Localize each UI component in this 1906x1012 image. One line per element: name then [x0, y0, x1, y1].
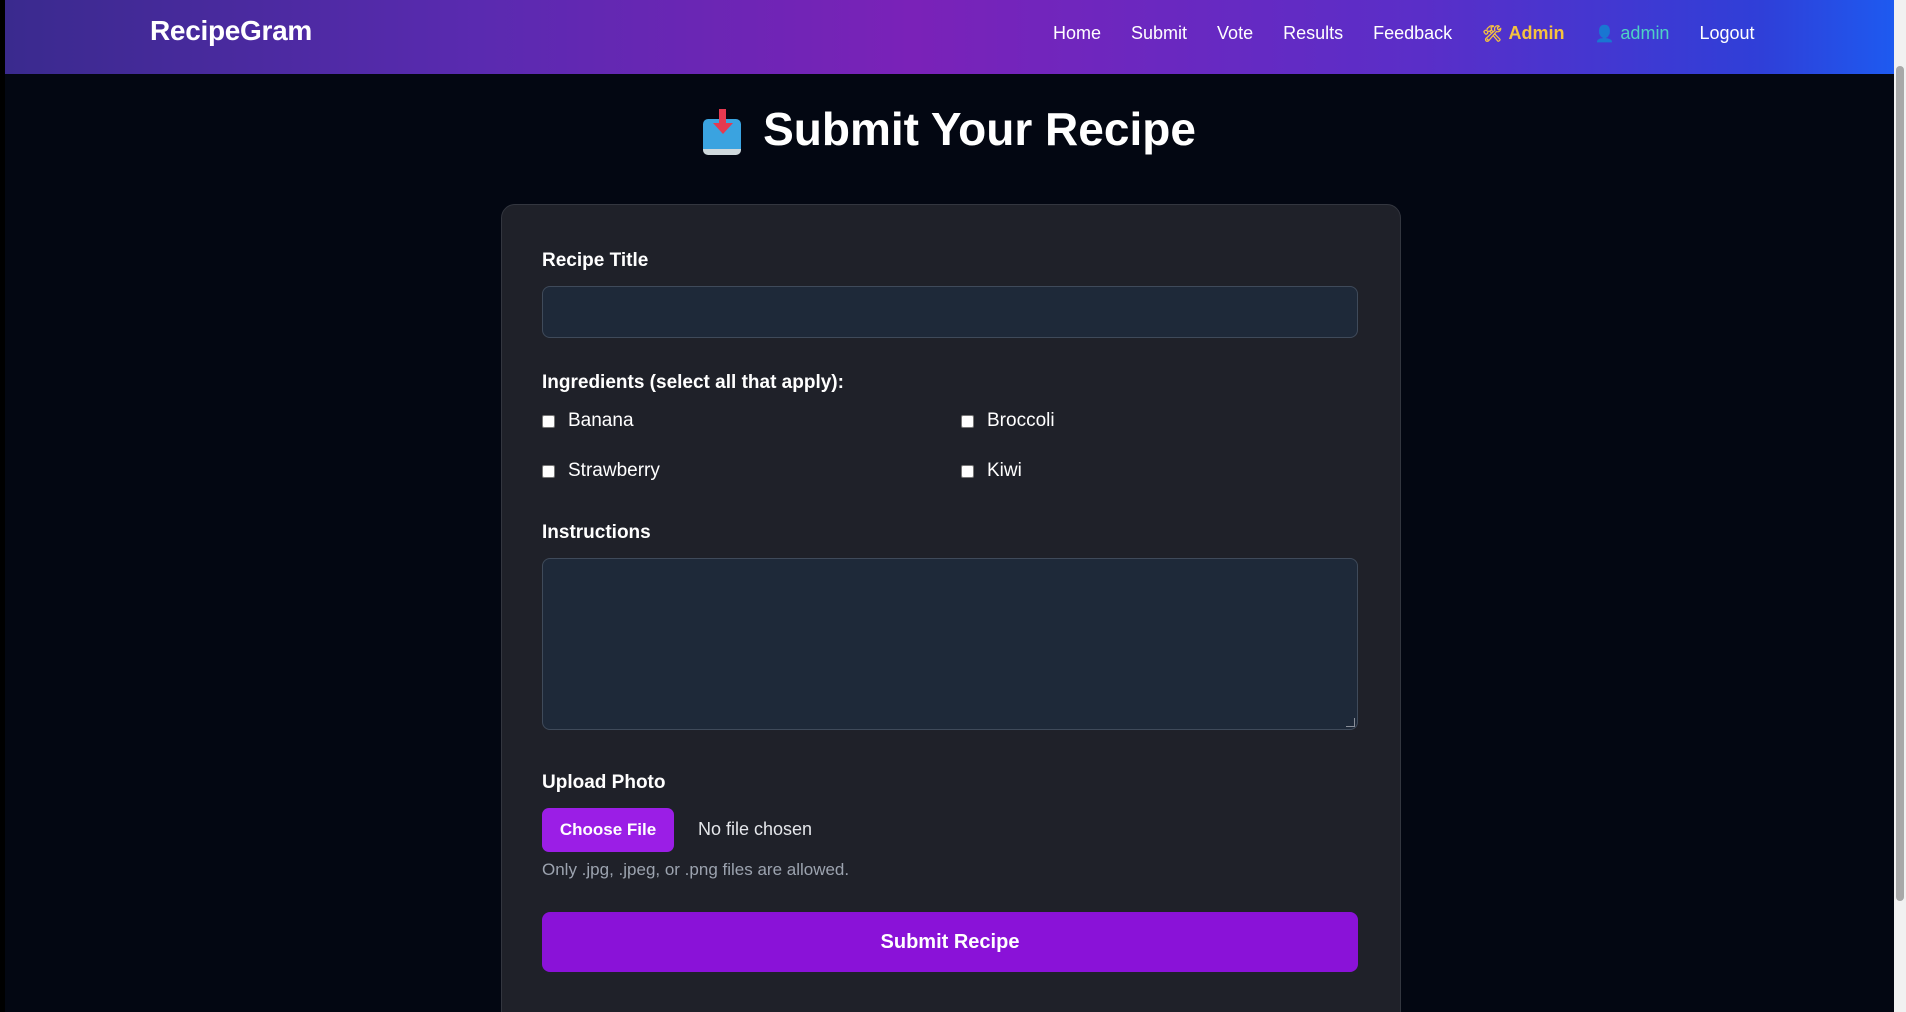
ingredient-option-strawberry[interactable]: Strawberry: [542, 460, 660, 482]
page-title-text: Submit Your Recipe: [763, 103, 1196, 155]
inbox-tray-icon: [703, 109, 742, 155]
resize-handle-icon[interactable]: [1346, 718, 1355, 727]
browser-viewport: RecipeGram Home Submit Vote Results Feed…: [0, 0, 1906, 1012]
submit-recipe-form: Recipe Title Ingredients (select all tha…: [501, 204, 1401, 1012]
ingredient-checkbox[interactable]: [542, 414, 555, 428]
ingredients-label: Ingredients (select all that apply):: [542, 372, 844, 393]
scrollbar-thumb[interactable]: [1896, 66, 1904, 901]
upload-photo-label: Upload Photo: [542, 772, 666, 793]
page: RecipeGram Home Submit Vote Results Feed…: [5, 0, 1894, 1012]
file-status-text: No file chosen: [698, 819, 813, 839]
file-type-hint: Only .jpg, .jpeg, or .png files are allo…: [542, 860, 850, 879]
ingredient-checkbox[interactable]: [961, 414, 974, 428]
nav-results-link[interactable]: Results: [1283, 23, 1343, 44]
ingredient-checkbox[interactable]: [961, 464, 974, 478]
instructions-label: Instructions: [542, 522, 651, 543]
nav-home-link[interactable]: Home: [1053, 23, 1101, 44]
ingredient-label: Broccoli: [987, 410, 1055, 431]
ingredient-label: Banana: [568, 410, 634, 431]
ingredient-option-kiwi[interactable]: Kiwi: [961, 460, 1022, 482]
ingredient-label: Kiwi: [987, 460, 1022, 481]
page-title: Submit Your Recipe: [5, 102, 1894, 156]
ingredient-option-banana[interactable]: Banana: [542, 410, 634, 432]
brand-logo[interactable]: RecipeGram: [150, 15, 312, 47]
nav-user-link[interactable]: 👤 admin: [1595, 23, 1670, 44]
instructions-textarea[interactable]: [542, 558, 1358, 730]
nav-user-label: admin: [1620, 23, 1670, 43]
hammer-wrench-icon: 🛠: [1482, 25, 1503, 43]
nav-links: Home Submit Vote Results Feedback 🛠 Admi…: [1053, 23, 1785, 44]
recipe-title-label: Recipe Title: [542, 250, 649, 271]
nav-feedback-link[interactable]: Feedback: [1373, 23, 1452, 44]
ingredient-option-broccoli[interactable]: Broccoli: [961, 410, 1055, 432]
recipe-title-input[interactable]: [542, 286, 1358, 338]
ingredient-checkbox[interactable]: [542, 464, 555, 478]
nav-submit-link[interactable]: Submit: [1131, 23, 1187, 44]
nav-vote-link[interactable]: Vote: [1217, 23, 1253, 44]
user-silhouette-icon: 👤: [1594, 25, 1615, 43]
submit-recipe-button[interactable]: Submit Recipe: [542, 912, 1358, 972]
ingredient-label: Strawberry: [568, 460, 660, 481]
nav-admin-label: Admin: [1508, 23, 1565, 43]
nav-logout-link[interactable]: Logout: [1699, 23, 1754, 44]
nav-admin-link[interactable]: 🛠 Admin: [1482, 23, 1564, 44]
vertical-scrollbar[interactable]: [1894, 0, 1906, 1012]
choose-file-button[interactable]: Choose File: [542, 808, 674, 852]
navbar: RecipeGram Home Submit Vote Results Feed…: [5, 0, 1894, 74]
